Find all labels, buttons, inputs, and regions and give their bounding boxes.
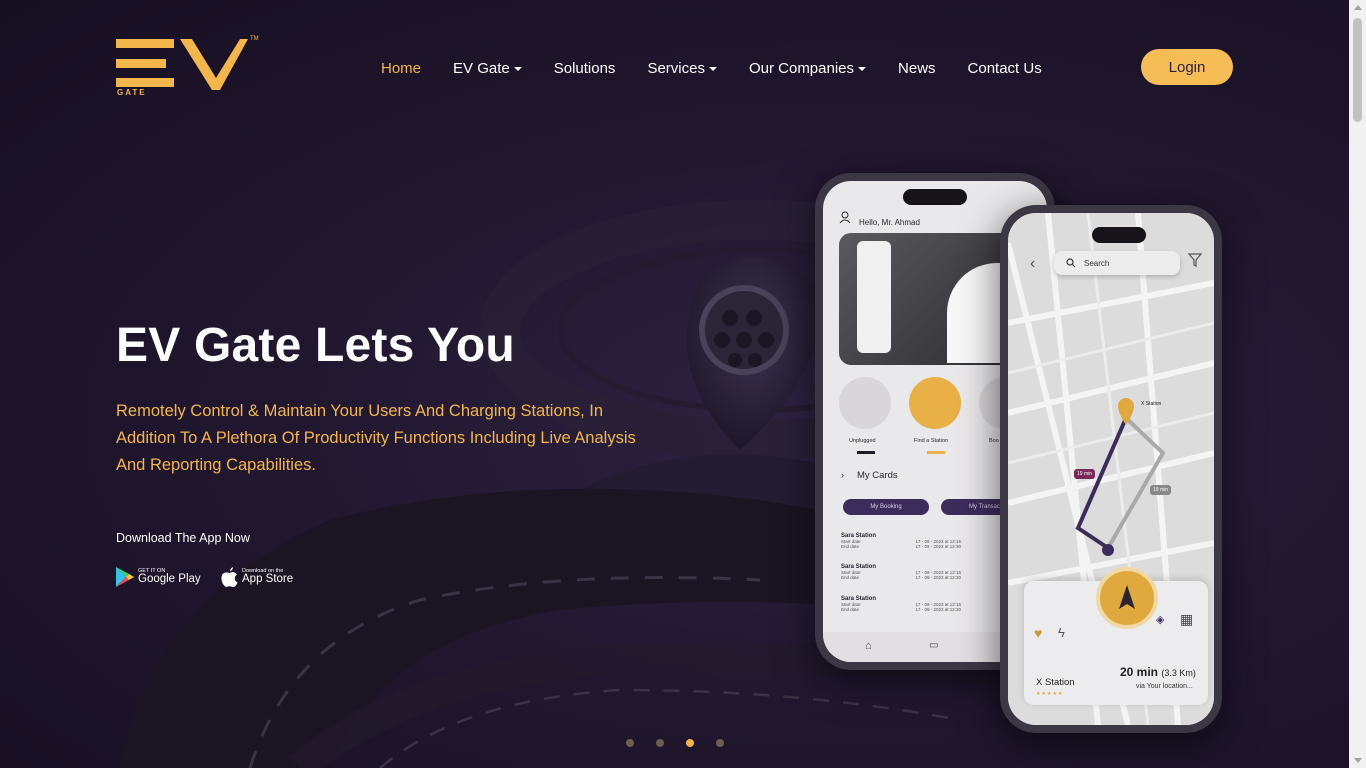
page-scrollbar[interactable] [1349, 0, 1366, 768]
logo-trademark: TM [250, 36, 259, 42]
action-label-find: Find a Station [914, 438, 948, 444]
caret-down-icon [708, 66, 717, 71]
nav-solutions-label: Solutions [553, 59, 616, 77]
booking-end: 17 - 09 - 2023 at 12:30 [915, 607, 961, 612]
compass-icon[interactable]: ◈ [1156, 613, 1164, 626]
nav-ev-gate-label: EV Gate [453, 59, 510, 77]
action-label-unplugged: Unplugged [849, 438, 876, 444]
eta-distance: (3.3 Km) [1161, 668, 1196, 678]
qr-code-icon[interactable]: ▦ [1180, 611, 1193, 628]
phone-map-screen: ‹ Search X Station 19 min 19 min ♥ ϟ ◈ ▦… [1008, 213, 1214, 725]
route-time-tag: 19 min [1074, 469, 1096, 479]
logo-mark-icon [116, 39, 248, 90]
download-label: Download The App Now [116, 531, 250, 545]
charger-image [857, 241, 891, 353]
tab-my-booking[interactable]: My Booking [843, 499, 929, 515]
heart-icon[interactable]: ♥ [1034, 625, 1042, 641]
nav-services-label: Services [647, 59, 705, 77]
nav-our-companies[interactable]: Our Companies [748, 59, 867, 77]
unplugged-action[interactable] [839, 377, 891, 429]
scroll-down-arrow-icon[interactable] [1354, 758, 1362, 763]
caret-down-icon [513, 66, 522, 71]
booking-end-label: End date [841, 607, 860, 612]
phone-notch [903, 189, 967, 205]
carousel-dot[interactable] [656, 739, 664, 747]
find-station-action[interactable] [909, 377, 961, 429]
nav-our-companies-label: Our Companies [748, 59, 855, 77]
eta-via: via Your location... [1136, 683, 1193, 690]
nav-solutions[interactable]: Solutions [554, 60, 616, 77]
search-input[interactable]: Search [1054, 251, 1180, 275]
booking-end-label: End date [841, 544, 860, 549]
rating-stars: ★★★★★ [1036, 691, 1064, 697]
hero-description: Remotely Control & Maintain Your Users A… [116, 402, 636, 474]
action-label-booking: Boo [989, 438, 999, 444]
booking-end: 17 - 09 - 2023 at 12:30 [915, 544, 961, 549]
lightning-icon: ϟ [1058, 625, 1065, 640]
home-icon[interactable]: ⌂ [865, 640, 872, 652]
chat-icon[interactable]: ▭ [929, 640, 938, 651]
user-icon [839, 211, 851, 223]
search-placeholder: Search [1084, 258, 1110, 268]
map-pin-label: X Station [1141, 401, 1162, 407]
carousel-dot-active[interactable] [686, 739, 694, 747]
google-play-icon [116, 567, 134, 587]
carousel-dot[interactable] [716, 739, 724, 747]
google-play-big: Google Play [138, 573, 201, 585]
logo-subtext: GATE [117, 88, 147, 97]
caret-down-icon [858, 66, 867, 71]
action-indicator [857, 451, 875, 454]
booking-end-label: End date [841, 575, 860, 580]
greeting-text: Hello, Mr. Ahmad [859, 218, 920, 227]
phone-notch [1092, 227, 1146, 243]
route-time-tag-alt: 19 min [1150, 485, 1172, 495]
nav-home[interactable]: Home [381, 60, 421, 77]
navigate-button[interactable] [1096, 567, 1158, 629]
search-icon [1066, 258, 1076, 268]
nav-services[interactable]: Services [647, 60, 717, 77]
scrollbar-thumb[interactable] [1353, 18, 1362, 122]
login-button[interactable]: Login [1141, 49, 1233, 85]
nav-contact-us[interactable]: Contact Us [968, 60, 1042, 77]
eta-row: 20 min (3.3 Km) [1120, 665, 1196, 679]
google-play-button[interactable]: GET IT ON Google Play [116, 565, 201, 589]
main-nav: Home EV Gate Solutions Services Our Comp… [381, 58, 1074, 78]
hero-section: TM GATE Home EV Gate Solutions Services … [0, 0, 1349, 768]
action-indicator-active [927, 451, 945, 454]
nav-home-label: Home [381, 59, 422, 77]
scroll-up-arrow-icon[interactable] [1354, 5, 1362, 10]
app-store-big: App Store [242, 573, 294, 585]
nav-contact-us-label: Contact Us [967, 59, 1042, 77]
carousel-dot[interactable] [626, 739, 634, 747]
my-cards-label: My Cards [857, 470, 898, 481]
eta-time: 20 min [1120, 665, 1159, 679]
filter-icon[interactable] [1188, 253, 1202, 267]
nav-news-label: News [898, 59, 936, 77]
app-store-button[interactable]: Download on the App Store [221, 565, 293, 589]
carousel-indicators [626, 739, 746, 747]
nav-news[interactable]: News [898, 60, 936, 77]
back-arrow-icon[interactable]: ‹ [1030, 255, 1035, 273]
chevron-right-icon: › [841, 470, 844, 480]
nav-ev-gate[interactable]: EV Gate [453, 60, 522, 77]
booking-end: 17 - 09 - 2023 at 12:30 [915, 575, 961, 580]
navigation-arrow-icon [1119, 585, 1135, 609]
apple-icon [221, 567, 238, 587]
hero-title: EV Gate Lets You [116, 319, 515, 372]
station-info-card[interactable]: ♥ ϟ ◈ ▦ X Station ★★★★★ 20 min (3.3 Km) … [1024, 567, 1208, 705]
ev-gate-logo[interactable]: TM GATE [116, 36, 266, 100]
station-name: X Station [1036, 677, 1075, 688]
phone-mockup-map: ‹ Search X Station 19 min 19 min ♥ ϟ ◈ ▦… [1000, 205, 1222, 733]
